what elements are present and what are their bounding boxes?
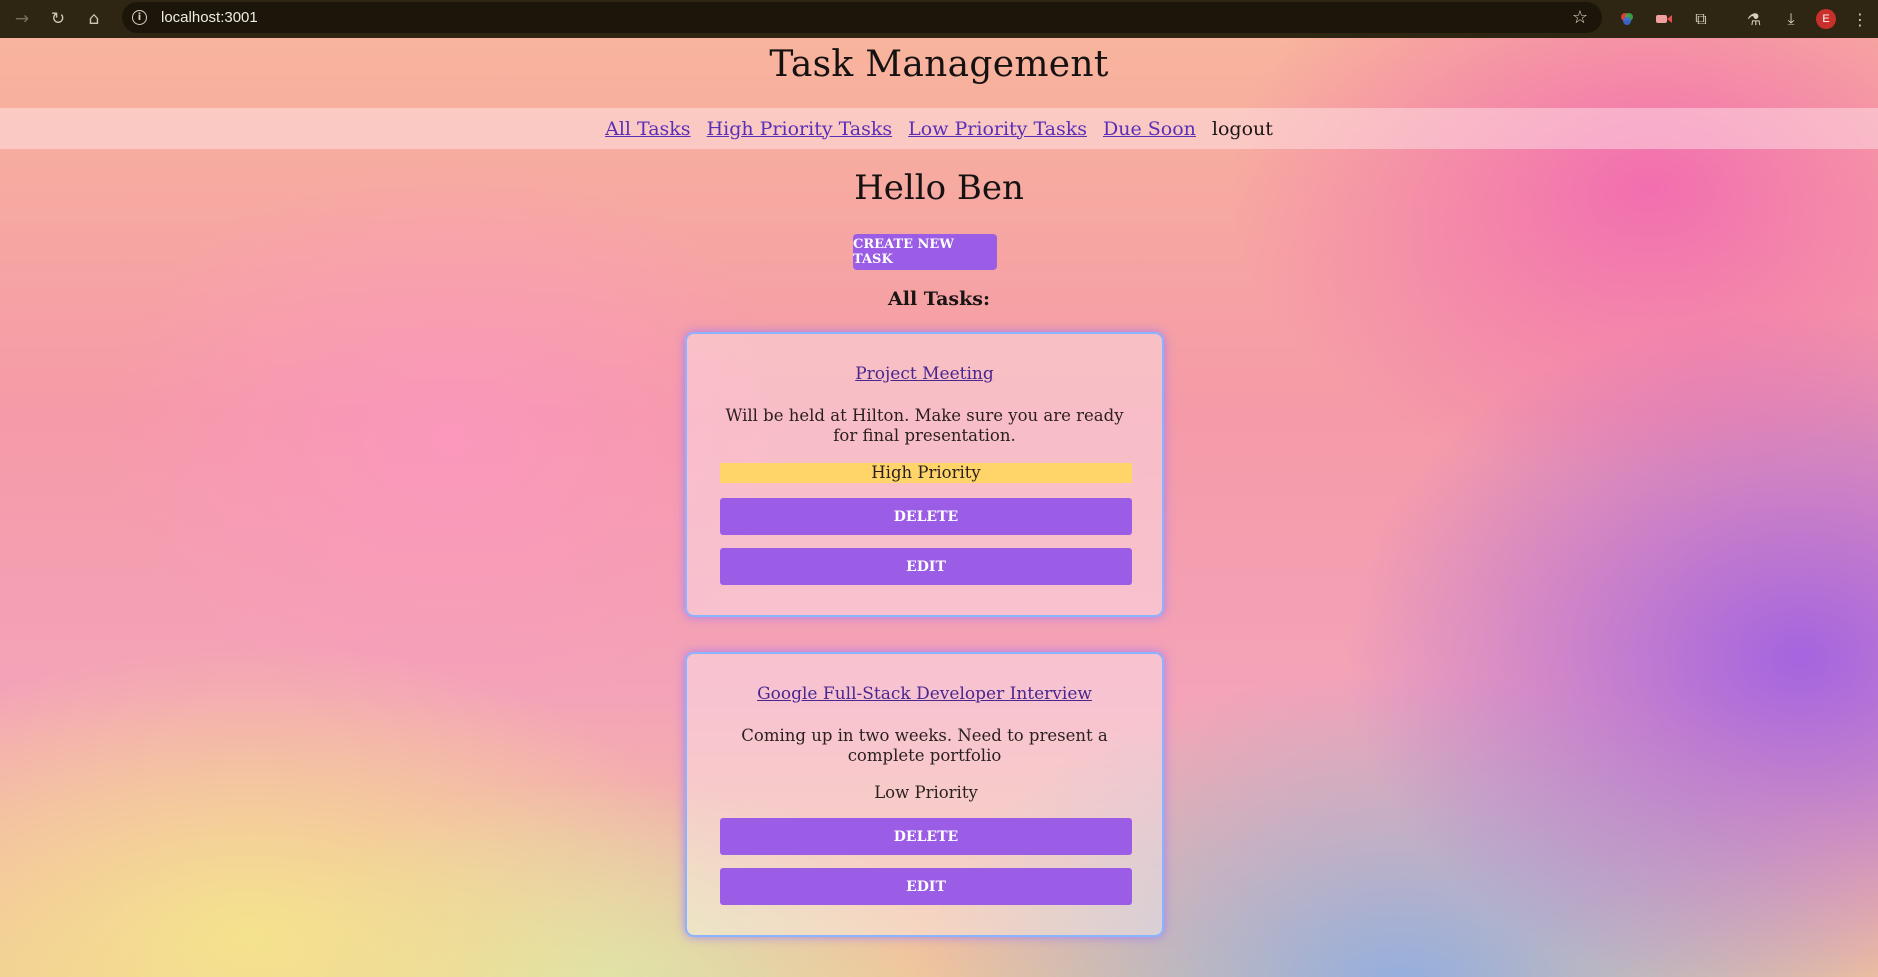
- app-title: Task Management: [769, 44, 1109, 85]
- browser-toolbar: → ↻ ⌂ i localhost:3001 ☆ ⧉ ⚗ ⤓ E ⋮: [0, 0, 1878, 38]
- edit-button[interactable]: EDIT: [720, 868, 1132, 905]
- download-icon[interactable]: ⤓: [1777, 0, 1805, 38]
- site-info-icon[interactable]: i: [132, 10, 147, 25]
- delete-button[interactable]: DELETE: [720, 818, 1132, 855]
- task-card: Project Meeting Will be held at Hilton. …: [685, 332, 1164, 617]
- logout-link[interactable]: logout: [1212, 118, 1273, 140]
- page: Task Management All Tasks High Priority …: [0, 38, 1878, 977]
- task-title-link[interactable]: Project Meeting: [687, 364, 1162, 384]
- nav-link-due-soon[interactable]: Due Soon: [1103, 118, 1196, 140]
- greeting-heading: Hello Ben: [854, 168, 1024, 208]
- task-description: Will be held at Hilton. Make sure you ar…: [725, 406, 1124, 445]
- labs-flask-icon[interactable]: ⚗: [1740, 0, 1768, 38]
- address-bar[interactable]: i localhost:3001 ☆: [122, 2, 1602, 33]
- video-extension-icon[interactable]: [1650, 0, 1678, 38]
- edit-button[interactable]: EDIT: [720, 548, 1132, 585]
- browser-menu-icon[interactable]: ⋮: [1846, 0, 1874, 38]
- nav-link-low-priority[interactable]: Low Priority Tasks: [908, 118, 1087, 140]
- nav-link-all-tasks[interactable]: All Tasks: [605, 118, 690, 140]
- priority-badge: High Priority: [720, 463, 1132, 483]
- nav-bar: All Tasks High Priority Tasks Low Priori…: [0, 108, 1878, 149]
- home-icon[interactable]: ⌂: [76, 1, 112, 37]
- bookmark-star-icon[interactable]: ☆: [1572, 7, 1588, 28]
- section-title: All Tasks:: [888, 288, 990, 310]
- color-extension-icon[interactable]: [1613, 0, 1641, 38]
- url-text: localhost:3001: [161, 9, 258, 26]
- forward-icon[interactable]: →: [4, 1, 40, 37]
- task-card: Google Full-Stack Developer Interview Co…: [685, 652, 1164, 937]
- task-title-link[interactable]: Google Full-Stack Developer Interview: [687, 684, 1162, 704]
- create-task-button[interactable]: CREATE NEW TASK: [853, 234, 997, 270]
- extensions-puzzle-icon[interactable]: ⧉: [1687, 0, 1715, 38]
- reload-icon[interactable]: ↻: [40, 1, 76, 37]
- task-description: Coming up in two weeks. Need to present …: [741, 726, 1108, 765]
- nav-link-high-priority[interactable]: High Priority Tasks: [707, 118, 893, 140]
- profile-avatar[interactable]: E: [1812, 0, 1840, 38]
- priority-label: Low Priority: [874, 783, 978, 802]
- delete-button[interactable]: DELETE: [720, 498, 1132, 535]
